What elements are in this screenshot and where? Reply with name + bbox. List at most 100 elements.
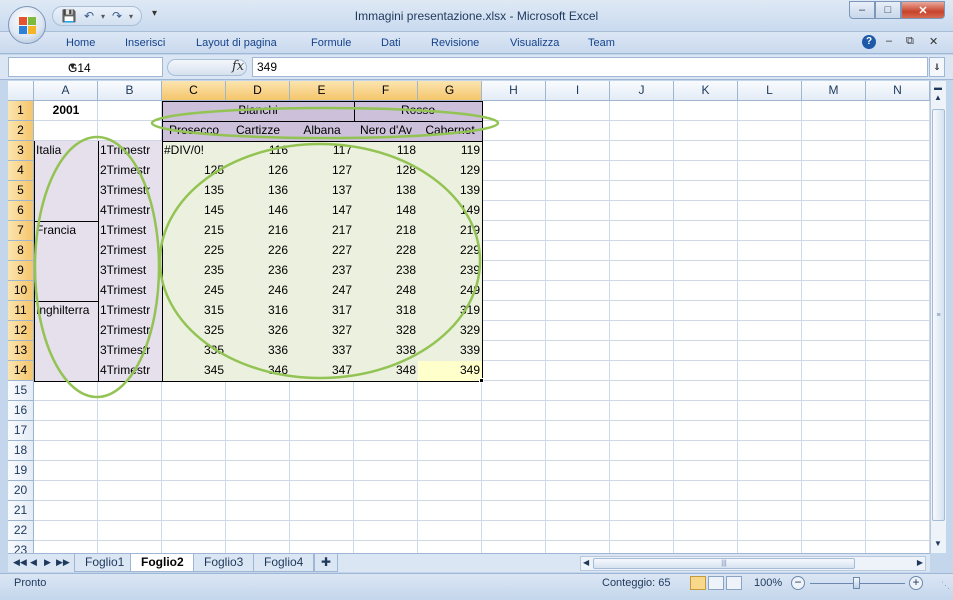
country-cell[interactable]: Inghilterra — [34, 301, 98, 321]
value-cell[interactable]: 217 — [290, 221, 354, 241]
help-icon[interactable]: ? — [862, 35, 876, 49]
value-cell[interactable]: 326 — [226, 321, 290, 341]
value-cell[interactable]: 237 — [290, 261, 354, 281]
value-cell[interactable]: 236 — [226, 261, 290, 281]
formula-input[interactable]: 349 — [252, 57, 928, 77]
column-header-m[interactable]: M — [802, 81, 866, 101]
quarter-cell[interactable]: 1Trimest — [98, 221, 162, 241]
quarter-cell[interactable]: 4Trimest — [98, 281, 162, 301]
row-header-4[interactable]: 4 — [8, 161, 34, 181]
fx-icon[interactable]: fx — [232, 59, 244, 74]
status-count[interactable]: Conteggio: 65 — [602, 577, 671, 589]
column-header-d[interactable]: D — [226, 81, 290, 101]
column-header-a[interactable]: A — [34, 81, 98, 101]
select-all-corner[interactable] — [8, 81, 34, 101]
row-header-21[interactable]: 21 — [8, 501, 34, 521]
value-cell[interactable]: 126 — [226, 161, 290, 181]
value-cell[interactable]: 128 — [354, 161, 418, 181]
row-header-12[interactable]: 12 — [8, 321, 34, 341]
value-cell[interactable]: 148 — [354, 201, 418, 221]
column-header-l[interactable]: L — [738, 81, 802, 101]
value-cell[interactable]: 149 — [418, 201, 482, 221]
page-break-view-icon[interactable] — [726, 576, 742, 590]
zoom-in-icon[interactable]: + — [909, 576, 923, 590]
value-cell[interactable]: 216 — [226, 221, 290, 241]
tab-visualizza[interactable]: Visualizza — [510, 37, 559, 49]
tab-dati[interactable]: Dati — [381, 37, 401, 49]
value-cell[interactable]: 245 — [162, 281, 226, 301]
value-cell[interactable]: 218 — [354, 221, 418, 241]
row-header-15[interactable]: 15 — [8, 381, 34, 401]
group-header-bianchi[interactable]: Bianchi — [162, 101, 354, 121]
workbook-close-icon[interactable]: ✕ — [929, 35, 938, 48]
quarter-cell[interactable]: 3Trimestr — [98, 341, 162, 361]
value-cell[interactable]: 246 — [226, 281, 290, 301]
next-sheet-icon[interactable]: ▶ — [44, 557, 51, 568]
value-cell[interactable]: 329 — [418, 321, 482, 341]
row-header-2[interactable]: 2 — [8, 121, 34, 141]
wine-header-cell[interactable]: Albana — [290, 121, 354, 141]
value-cell[interactable]: 228 — [354, 241, 418, 261]
row-header-5[interactable]: 5 — [8, 181, 34, 201]
wine-header-cell[interactable]: Prosecco — [162, 121, 226, 141]
row-header-16[interactable]: 16 — [8, 401, 34, 421]
quarter-cell[interactable]: 1Trimestr — [98, 141, 162, 161]
value-cell[interactable]: 318 — [354, 301, 418, 321]
row-header-11[interactable]: 11 — [8, 301, 34, 321]
value-cell[interactable]: 249 — [418, 281, 482, 301]
row-header-9[interactable]: 9 — [8, 261, 34, 281]
scroll-up-icon[interactable]: ▲ — [934, 93, 942, 102]
value-cell[interactable]: 146 — [226, 201, 290, 221]
value-cell[interactable]: 315 — [162, 301, 226, 321]
quarter-cell[interactable]: 2Trimestr — [98, 321, 162, 341]
column-header-i[interactable]: I — [546, 81, 610, 101]
column-header-e[interactable]: E — [290, 81, 354, 101]
last-sheet-icon[interactable]: ▶▶ — [56, 557, 70, 568]
value-cell[interactable]: 129 — [418, 161, 482, 181]
first-sheet-icon[interactable]: ◀◀ — [13, 557, 27, 568]
quarter-cell[interactable]: 1Trimestr — [98, 301, 162, 321]
row-header-8[interactable]: 8 — [8, 241, 34, 261]
value-cell[interactable]: 336 — [226, 341, 290, 361]
value-cell[interactable]: 226 — [226, 241, 290, 261]
value-cell[interactable]: 215 — [162, 221, 226, 241]
close-button[interactable]: ✕ — [901, 1, 945, 19]
value-cell[interactable]: 227 — [290, 241, 354, 261]
value-cell[interactable]: 147 — [290, 201, 354, 221]
scroll-down-icon[interactable]: ▼ — [934, 539, 942, 548]
vertical-scrollbar[interactable]: ▬ ▲ ≡ ▼ — [930, 81, 946, 553]
horizontal-scrollbar[interactable]: ||| ◀ ▶ — [580, 556, 926, 571]
minimize-button[interactable]: – — [849, 1, 875, 19]
zoom-out-icon[interactable]: − — [791, 576, 805, 590]
quarter-cell[interactable]: 2Trimest — [98, 241, 162, 261]
row-header-19[interactable]: 19 — [8, 461, 34, 481]
resize-grip-icon[interactable]: ⋱ — [941, 580, 950, 591]
zoom-slider-thumb[interactable] — [853, 577, 860, 589]
value-cell[interactable]: 349 — [418, 361, 482, 381]
quarter-cell[interactable]: 2Trimestr — [98, 161, 162, 181]
value-cell[interactable]: 338 — [354, 341, 418, 361]
worksheet-grid[interactable]: ABCDEFGHIJKLMN 1 2 3 4 5 6 7 8 9 10 11 12 13 14 15 16 17… — [8, 81, 930, 553]
maximize-button[interactable]: □ — [875, 1, 901, 19]
value-cell[interactable]: 137 — [290, 181, 354, 201]
row-header-13[interactable]: 13 — [8, 341, 34, 361]
prev-sheet-icon[interactable]: ◀ — [30, 557, 37, 568]
row-header-10[interactable]: 10 — [8, 281, 34, 301]
value-cell[interactable]: 327 — [290, 321, 354, 341]
tab-revisione[interactable]: Revisione — [431, 37, 479, 49]
column-header-j[interactable]: J — [610, 81, 674, 101]
sheet-tab-foglio2[interactable]: Foglio2 — [130, 554, 195, 572]
split-box-icon[interactable]: ▬ — [934, 83, 942, 92]
column-header-c[interactable]: C — [162, 81, 226, 101]
tab-formule[interactable]: Formule — [311, 37, 351, 49]
column-header-k[interactable]: K — [674, 81, 738, 101]
row-header-22[interactable]: 22 — [8, 521, 34, 541]
row-header-20[interactable]: 20 — [8, 481, 34, 501]
zoom-level[interactable]: 100% — [754, 577, 782, 589]
value-cell[interactable]: 238 — [354, 261, 418, 281]
value-cell[interactable]: 335 — [162, 341, 226, 361]
column-header-b[interactable]: B — [98, 81, 162, 101]
page-layout-view-icon[interactable] — [708, 576, 724, 590]
sheet-tab-foglio1[interactable]: Foglio1 — [74, 554, 136, 572]
wine-header-cell[interactable]: Cabernet — [418, 121, 482, 141]
